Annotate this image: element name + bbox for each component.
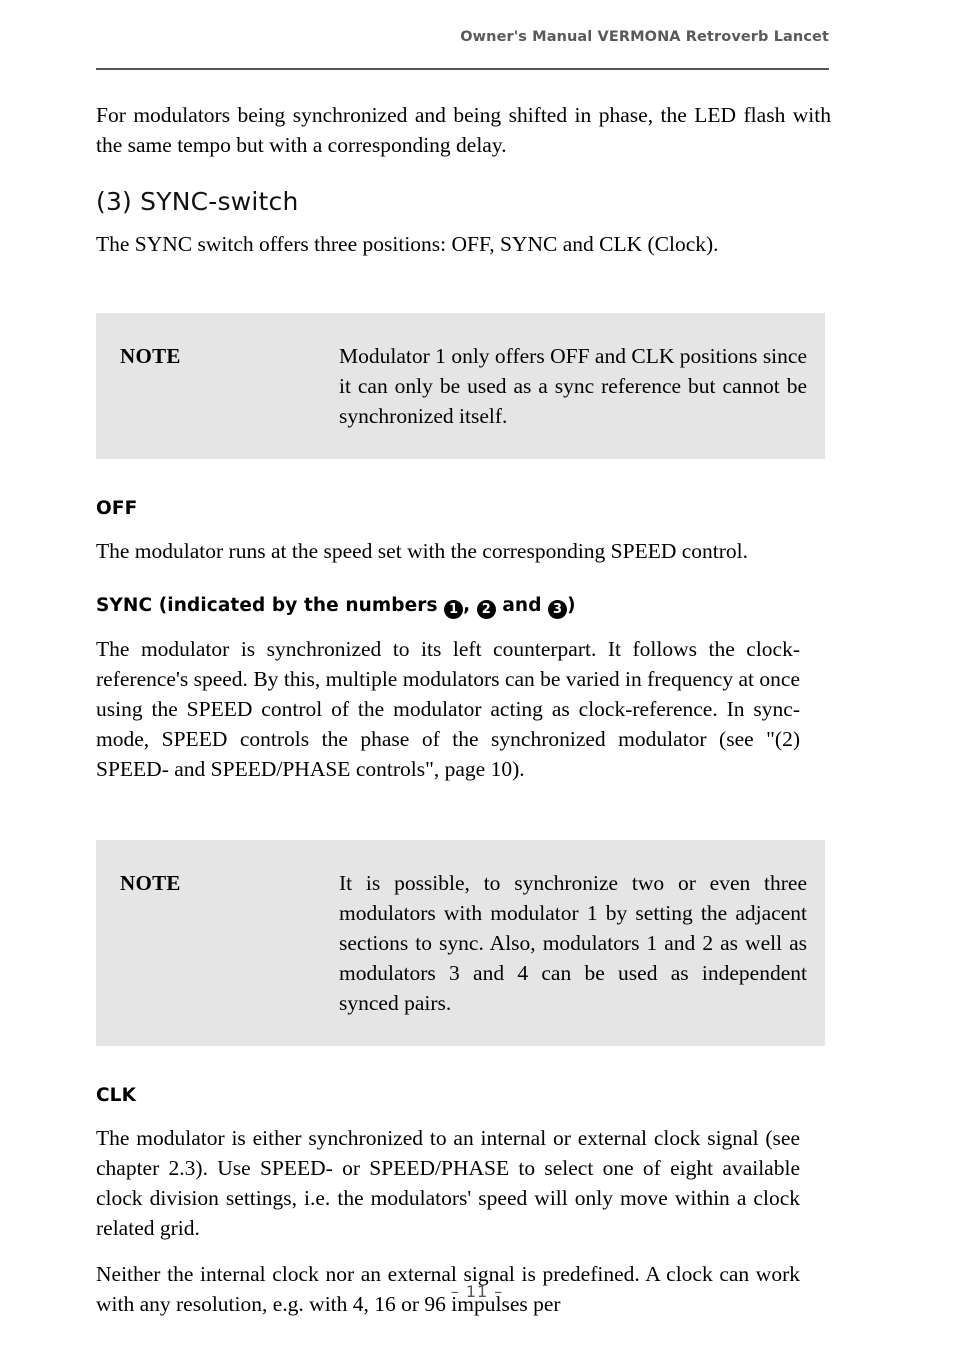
page-number: – 11 – [450, 1282, 504, 1301]
header-title: Owner's Manual VERMONA Retroverb Lancet [460, 29, 829, 45]
note-text: Modulator 1 only offers OFF and CLK posi… [339, 344, 807, 428]
section-intro-paragraph: The SYNC switch offers three positions: … [96, 232, 719, 256]
sync-heading-prefix: SYNC (indicated by the numbers [96, 595, 445, 616]
sync-heading-suffix: ) [567, 595, 576, 616]
sub-heading-sync: SYNC (indicated by the numbers 1, 2 and … [96, 594, 831, 619]
off-paragraph: The modulator runs at the speed set with… [96, 539, 749, 563]
note-box-2: NOTE It is possible, to synchronize two … [96, 840, 825, 1046]
sync-badge-separator-2: and [495, 595, 549, 616]
badge-number-1: 1 [444, 600, 464, 619]
page-title: (3) SYNC-switch [96, 187, 299, 216]
intro-paragraph: For modulators being synchronized and be… [96, 103, 831, 157]
note-text: It is possible, to synchronize two or ev… [339, 871, 807, 1015]
sub-heading-off: OFF [96, 498, 138, 519]
note-label: NOTE [120, 871, 181, 895]
note-box-1: NOTE Modulator 1 only offers OFF and CLK… [96, 313, 825, 459]
clk-paragraph-1: The modulator is either synchronized to … [96, 1126, 800, 1240]
sync-badge-separator-1: , [463, 595, 477, 616]
page-footer: – 11 – [0, 1282, 954, 1302]
badge-number-3: 3 [548, 600, 568, 619]
note-label: NOTE [120, 344, 181, 368]
header-divider-rule [96, 68, 829, 70]
running-header: Owner's Manual VERMONA Retroverb Lancet [96, 28, 829, 46]
document-page: Owner's Manual VERMONA Retroverb Lancet … [0, 0, 954, 1352]
badge-number-2: 2 [476, 600, 496, 619]
sync-paragraph: The modulator is synchronized to its lef… [96, 637, 800, 781]
page-content: For modulators being synchronized and be… [96, 100, 831, 1319]
sub-heading-clk: CLK [96, 1085, 137, 1106]
